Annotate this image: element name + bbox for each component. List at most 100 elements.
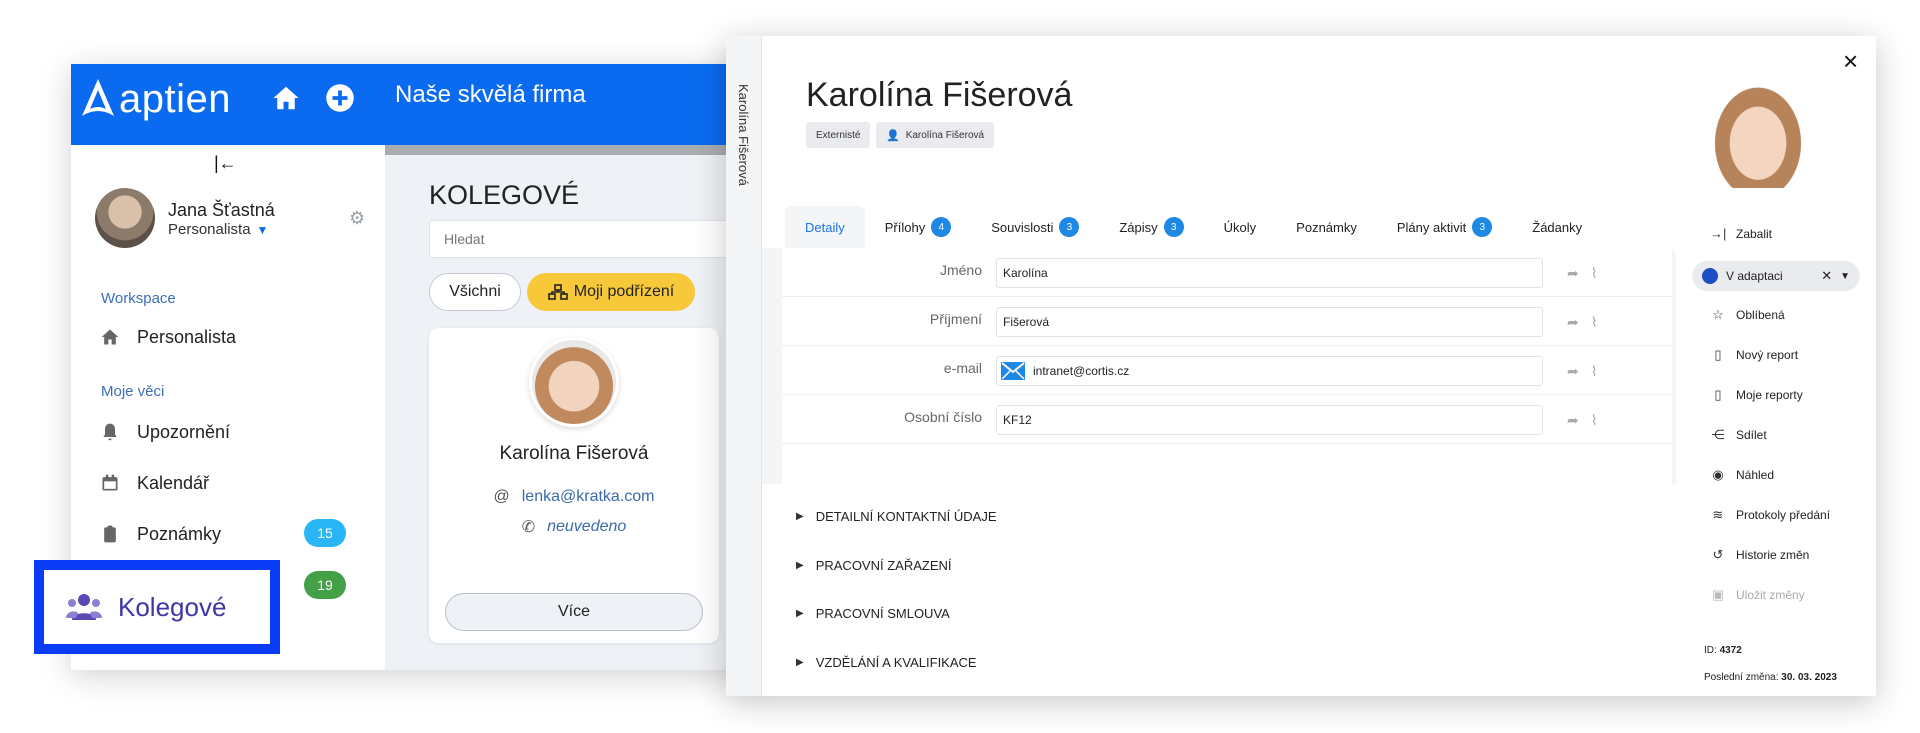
sidebar-item-personalista[interactable]: Personalista (99, 326, 236, 348)
home-icon[interactable] (268, 80, 304, 116)
vertical-name: Karolína Fišerová (736, 84, 751, 186)
sidebar-item-calendar[interactable]: Kalendář (99, 472, 209, 494)
sidebar-item-label: Personalista (137, 326, 237, 347)
share-icon[interactable]: ➦ (1567, 265, 1579, 282)
action-label: Náhled (1736, 468, 1775, 482)
close-icon[interactable]: × (1843, 46, 1858, 77)
logo[interactable]: aptien (79, 76, 231, 122)
colleague-card[interactable]: Karolína Fišerová @ lenka@kratka.com ✆ n… (429, 328, 719, 643)
filter-my-subordinates-button[interactable]: Moji podřízení (527, 273, 695, 311)
tab-count-badge: 3 (1163, 217, 1184, 237)
mail-icon[interactable] (1001, 362, 1025, 380)
colleague-avatar[interactable] (529, 337, 619, 427)
save-changes-button[interactable]: ▣ Uložit změny (1710, 587, 1805, 603)
section-label: PRACOVNÍ ZAŘAZENÍ (815, 558, 952, 573)
tab-requests[interactable]: Žádanky (1512, 206, 1602, 248)
section-label: DETAILNÍ KONTAKTNÍ ÚDAJE (815, 509, 997, 524)
share-icon[interactable]: ➦ (1567, 314, 1579, 331)
tab-activity-plans[interactable]: Plány aktivit 3 (1377, 206, 1512, 248)
sidebar-item-label: Poznámky (137, 523, 222, 544)
aptien-logo-icon (82, 79, 114, 116)
section-label: PRACOVNÍ SMLOUVA (815, 606, 950, 621)
tab-attachments[interactable]: Přílohy 4 (865, 206, 971, 248)
tab-details[interactable]: Detaily (785, 206, 865, 248)
preview-button[interactable]: ◉ Náhled (1710, 467, 1774, 483)
clear-status-icon[interactable]: ✕ (1821, 268, 1832, 284)
change-history-button[interactable]: ↺ Historie změn (1710, 547, 1810, 563)
caret-right-icon: ▶ (796, 560, 804, 571)
status-dot (1702, 268, 1718, 284)
favorites-button[interactable]: ☆ Oblíbená (1710, 307, 1785, 323)
action-label: Uložit změny (1736, 588, 1805, 602)
more-button[interactable]: Více (445, 593, 703, 631)
section-employment-contract[interactable]: ▶ PRACOVNÍ SMLOUVA (796, 606, 950, 621)
tab-tasks[interactable]: Úkoly (1204, 206, 1277, 248)
plus-circle-icon[interactable] (322, 80, 358, 116)
section-education[interactable]: ▶ VZDĚLÁNÍ A KVALIFIKACE (796, 655, 977, 670)
document-icon: ▯ (1714, 347, 1722, 362)
tab-notes[interactable]: Poznámky (1276, 206, 1377, 248)
tab-relations[interactable]: Souvislosti 3 (971, 206, 1099, 248)
field-label: Osobní číslo (904, 409, 982, 425)
share-icon[interactable]: ➦ (1567, 363, 1579, 380)
gear-icon[interactable]: ⚙ (349, 208, 365, 229)
last-name-field[interactable]: Fišerová (996, 307, 1543, 337)
user-avatar[interactable] (95, 188, 155, 248)
paperclip-icon[interactable]: ⌇ (1591, 412, 1598, 429)
action-label: Sdílet (1736, 428, 1767, 442)
section-label: VZDĚLÁNÍ A KVALIFIKACE (815, 655, 977, 670)
collapse-sidebar-icon[interactable]: |← (214, 153, 237, 174)
colleague-email-text: lenka@kratka.com (521, 488, 655, 505)
sidebar-item-label: Upozornění (137, 421, 231, 442)
org-chart-icon (547, 284, 568, 300)
tag-person[interactable]: 👤 Karolína Fišerová (876, 122, 995, 148)
sidebar-item-notifications[interactable]: Upozornění (99, 421, 230, 443)
tab-label: Souvislosti (991, 219, 1054, 235)
chevron-down-icon[interactable]: ▼ (1840, 271, 1850, 282)
personal-number-field[interactable]: KF12 (996, 405, 1543, 435)
action-label: Nový report (1736, 348, 1799, 362)
action-label: Protokoly předání (1736, 508, 1831, 522)
user-role-label: Personalista (168, 221, 251, 238)
share-icon[interactable]: ➦ (1567, 412, 1579, 429)
save-icon: ▣ (1711, 587, 1725, 602)
tag-group[interactable]: Externisté (806, 122, 871, 148)
profile-photo[interactable] (1706, 76, 1810, 188)
paperclip-icon[interactable]: ⌇ (1591, 363, 1598, 380)
detail-panel: Karolína Fišerová Karolína Fišerová Exte… (726, 36, 1876, 696)
tab-label: Zápisy (1119, 219, 1158, 235)
email-field[interactable]: intranet@cortis.cz (996, 356, 1543, 386)
filter-all-button[interactable]: Všichni (429, 273, 521, 311)
section-contact-details[interactable]: ▶ DETAILNÍ KONTAKTNÍ ÚDAJE (796, 509, 997, 524)
handover-protocols-button[interactable]: ≋ Protokoly předání (1710, 507, 1831, 523)
paperclip-icon[interactable]: ⌇ (1591, 265, 1598, 282)
share-button[interactable]: ⋲ Sdílet (1710, 427, 1767, 443)
field-label: Příjmení (929, 311, 982, 327)
status-select[interactable]: V adaptaci ✕ ▼ (1692, 261, 1860, 291)
section-label-workspace: Workspace (101, 290, 176, 307)
document-icon: ▯ (1714, 387, 1722, 402)
eye-icon: ◉ (1712, 467, 1724, 482)
first-name-field[interactable]: Karolína (996, 258, 1543, 288)
home-icon (99, 326, 121, 348)
meta-value: 30. 03. 2023 (1781, 672, 1837, 683)
tab-label: Plány aktivit (1396, 219, 1467, 235)
my-reports-button[interactable]: ▯ Moje reporty (1710, 387, 1802, 403)
collapse-button[interactable]: →| Zabalit (1710, 226, 1772, 241)
logo-text: aptien (119, 76, 231, 121)
at-icon: @ (493, 488, 510, 505)
new-report-button[interactable]: ▯ Nový report (1710, 347, 1798, 363)
company-name[interactable]: Naše skvělá firma (395, 81, 586, 109)
history-icon: ↺ (1712, 547, 1724, 562)
paperclip-icon[interactable]: ⌇ (1591, 314, 1598, 331)
sidebar-item-colleagues-highlight[interactable]: Kolegové (34, 560, 280, 654)
form-row-first-name: Jméno Karolína ➦ ⌇ (782, 248, 1672, 297)
tab-records[interactable]: Zápisy 3 (1099, 206, 1203, 248)
user-role-select[interactable]: Personalista ▼ (168, 221, 268, 238)
sidebar-item-notes[interactable]: Poznámky (99, 523, 221, 545)
section-job-position[interactable]: ▶ PRACOVNÍ ZAŘAZENÍ (796, 558, 952, 573)
search-input[interactable] (429, 220, 761, 258)
notes-count-badge: 15 (304, 519, 346, 547)
colleague-email[interactable]: @ lenka@kratka.com (429, 488, 719, 506)
panel-side-strip[interactable]: Karolína Fišerová (726, 36, 762, 696)
